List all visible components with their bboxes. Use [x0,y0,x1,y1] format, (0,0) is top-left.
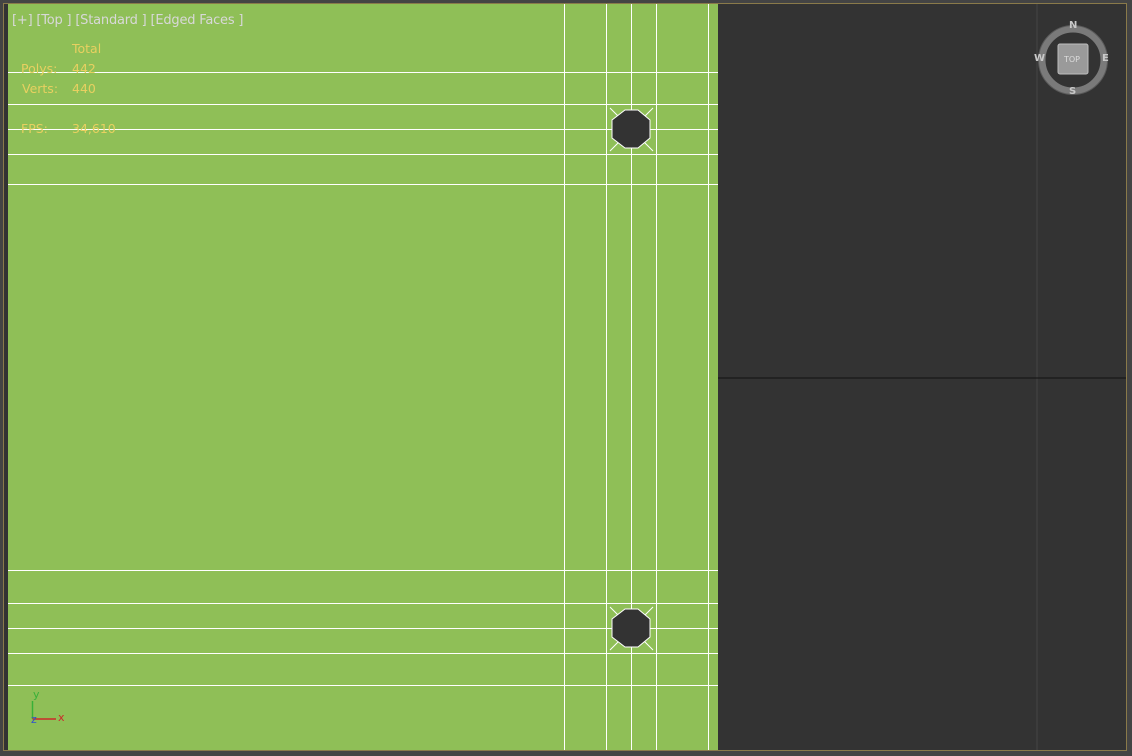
verts-label: Verts: [22,81,59,96]
perspective-viewport[interactable]: [+] [Top ] [Standard ] [Edged Faces ] To… [3,3,1127,751]
viewport-scene[interactable] [4,4,1127,751]
z-axis-label: z [31,713,37,726]
viewcube-west[interactable]: W [1034,53,1045,64]
viewcube-north[interactable]: N [1069,20,1077,31]
polys-label: Polys: [21,61,58,76]
hole-lower [611,608,651,648]
viewcube-south[interactable]: S [1069,86,1076,97]
viewcube-face-label[interactable]: TOP [1064,55,1080,64]
viewcube-east[interactable]: E [1102,53,1109,64]
stats-header: Total [72,41,102,56]
hole-upper [611,109,651,149]
x-axis-label: x [58,711,65,724]
y-axis-label: y [33,688,40,701]
fps-label: FPS: [21,121,48,136]
fps-value: 34,610 [72,121,116,136]
verts-value: 440 [72,81,96,96]
plane-object [8,4,718,750]
viewport-label[interactable]: [+] [Top ] [Standard ] [Edged Faces ] [12,13,243,28]
polys-value: 442 [72,61,96,76]
